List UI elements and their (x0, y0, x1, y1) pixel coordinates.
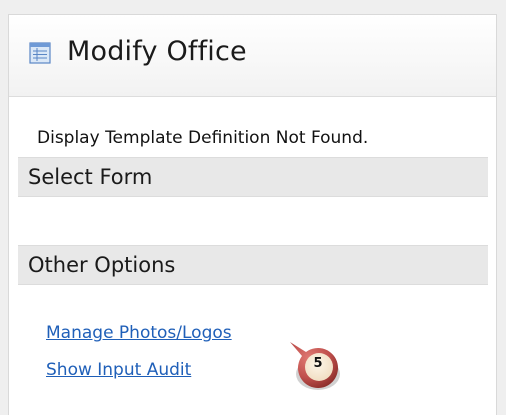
section-other-options: Other Options (18, 245, 488, 285)
page-title: Modify Office (67, 36, 247, 67)
section-select-form: Select Form (18, 157, 488, 197)
template-not-found-message: Display Template Definition Not Found. (37, 128, 369, 148)
panel-header: Modify Office (9, 15, 496, 97)
section-label: Other Options (28, 253, 176, 277)
show-input-audit-link[interactable]: Show Input Audit (46, 360, 191, 380)
form-icon (29, 42, 51, 64)
modify-office-panel: Modify Office Display Template Definitio… (8, 14, 497, 415)
callout-number: 5 (313, 356, 323, 371)
manage-photos-logos-link[interactable]: Manage Photos/Logos (46, 323, 232, 343)
section-label: Select Form (28, 165, 153, 189)
